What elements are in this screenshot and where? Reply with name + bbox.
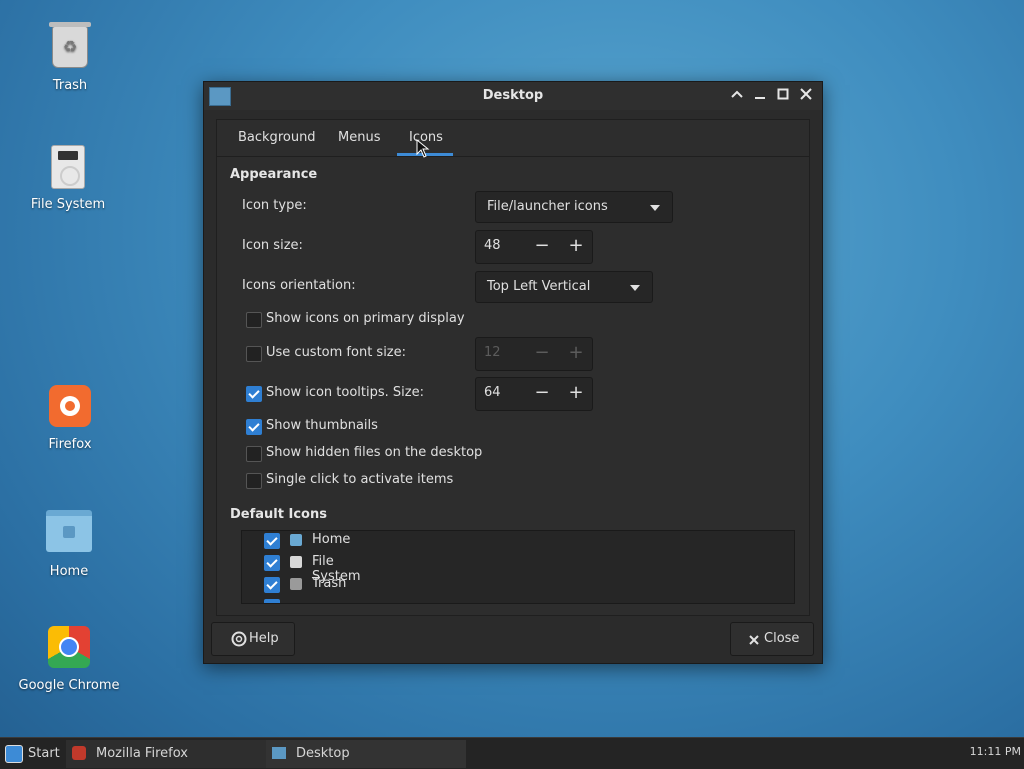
orientation-value: Top Left Vertical: [487, 279, 591, 294]
close-icon: [800, 88, 812, 100]
shade-button[interactable]: [728, 87, 746, 105]
font-size-spinner: 12 − +: [475, 337, 593, 371]
icon-type-select[interactable]: File/launcher icons: [475, 191, 673, 223]
desktop-icon-label: Firefox: [48, 437, 92, 452]
tooltips-checkbox[interactable]: [246, 386, 262, 402]
tooltip-size-spinner[interactable]: 64 − +: [475, 377, 593, 411]
appearance-heading: Appearance: [230, 167, 318, 182]
firefox-icon: [72, 746, 86, 760]
maximize-button[interactable]: [774, 87, 792, 105]
folder-home-icon: [46, 510, 92, 552]
icon-type-label: Icon type:: [242, 198, 307, 213]
help-icon: [231, 631, 247, 647]
single-click-label: Single click to activate items: [266, 472, 454, 487]
clock[interactable]: 11:11 PM: [970, 745, 1021, 758]
font-size-value: 12: [484, 345, 501, 360]
tooltips-label: Show icon tooltips. Size:: [266, 385, 424, 400]
decrement-button: −: [534, 342, 550, 363]
start-icon: [5, 745, 23, 763]
task-desktop[interactable]: Desktop: [266, 740, 466, 768]
close-label: Close: [764, 631, 800, 646]
drive-icon: [51, 145, 85, 189]
icon-size-spinner[interactable]: 48 − +: [475, 230, 593, 264]
thumbnails-checkbox[interactable]: [246, 419, 262, 435]
icon-size-label: Icon size:: [242, 238, 303, 253]
help-label: Help: [249, 631, 279, 646]
chrome-icon: [48, 626, 90, 668]
desktop-icon-label: Trash: [52, 78, 88, 93]
mouse-cursor-icon: [416, 139, 430, 158]
desktop-icon-trash[interactable]: ♻ Trash: [15, 22, 125, 93]
minimize-button[interactable]: [751, 87, 769, 105]
chevron-up-icon: [731, 90, 743, 98]
titlebar[interactable]: Desktop: [204, 82, 822, 110]
firefox-icon: [49, 385, 91, 427]
dropdown-arrow-icon: [650, 205, 660, 211]
custom-font-label: Use custom font size:: [266, 345, 407, 360]
start-button[interactable]: Start: [2, 740, 66, 768]
decrement-button[interactable]: −: [530, 381, 554, 405]
trash-icon: ♻: [49, 22, 91, 68]
list-item-label: Home: [312, 532, 351, 547]
home-checkbox[interactable]: [264, 533, 280, 549]
close-window-button[interactable]: [797, 87, 815, 105]
icon-type-value: File/launcher icons: [487, 199, 608, 214]
hidden-files-label: Show hidden files on the desktop: [266, 445, 483, 460]
tab-bar: Background Menus Icons: [217, 120, 809, 157]
default-icons-list[interactable]: Home File System Trash: [241, 530, 795, 604]
desktop-icon-label: File System: [30, 197, 106, 212]
trash-icon: [290, 578, 302, 590]
thumbnails-label: Show thumbnails: [266, 418, 378, 433]
drive-icon: [290, 556, 302, 568]
maximize-icon: [777, 88, 789, 100]
tab-menus[interactable]: Menus: [338, 130, 380, 145]
list-item-label: Trash: [312, 576, 347, 591]
orientation-select[interactable]: Top Left Vertical: [475, 271, 653, 303]
increment-button[interactable]: +: [564, 234, 588, 258]
desktop-icon-label: Home: [49, 564, 89, 579]
hidden-files-checkbox[interactable]: [246, 446, 262, 462]
decrement-button[interactable]: −: [530, 234, 554, 258]
show-primary-label: Show icons on primary display: [266, 311, 465, 326]
notebook: Background Menus Icons Appearance Icon t…: [216, 119, 810, 616]
show-primary-checkbox[interactable]: [246, 312, 262, 328]
trash-checkbox[interactable]: [264, 577, 280, 593]
single-click-checkbox[interactable]: [246, 473, 262, 489]
minimize-icon: [755, 97, 765, 99]
desktop-icon-label: Google Chrome: [18, 678, 120, 693]
icon-size-value: 48: [484, 238, 501, 253]
custom-font-checkbox[interactable]: [246, 346, 262, 362]
task-firefox[interactable]: Mozilla Firefox: [66, 740, 266, 768]
desktop-icon-home[interactable]: Home: [14, 502, 124, 579]
default-icons-heading: Default Icons: [230, 507, 327, 522]
close-button[interactable]: Close: [730, 622, 814, 656]
orientation-label: Icons orientation:: [242, 278, 356, 293]
help-button[interactable]: Help: [211, 622, 295, 656]
desktop-icon-chrome[interactable]: Google Chrome: [14, 626, 124, 693]
tooltip-size-value: 64: [484, 385, 501, 400]
tab-background[interactable]: Background: [238, 130, 316, 145]
increment-button: +: [568, 342, 584, 363]
desktop-icon-firefox[interactable]: Firefox: [15, 385, 125, 452]
taskbar: Start Mozilla Firefox Desktop 11:11 PM: [0, 737, 1024, 769]
start-label: Start: [28, 746, 60, 761]
close-icon: [749, 635, 759, 645]
desktop-settings-window: Desktop Background Menus Icons Appearanc…: [203, 81, 823, 664]
dropdown-arrow-icon: [630, 285, 640, 291]
partial-checkbox[interactable]: [264, 599, 280, 603]
desktop-icon-file-system[interactable]: File System: [13, 145, 123, 212]
file-system-checkbox[interactable]: [264, 555, 280, 571]
folder-home-icon: [290, 534, 302, 546]
app-icon: [272, 747, 286, 759]
task-label: Mozilla Firefox: [96, 746, 188, 761]
task-label: Desktop: [296, 746, 350, 761]
increment-button[interactable]: +: [564, 381, 588, 405]
